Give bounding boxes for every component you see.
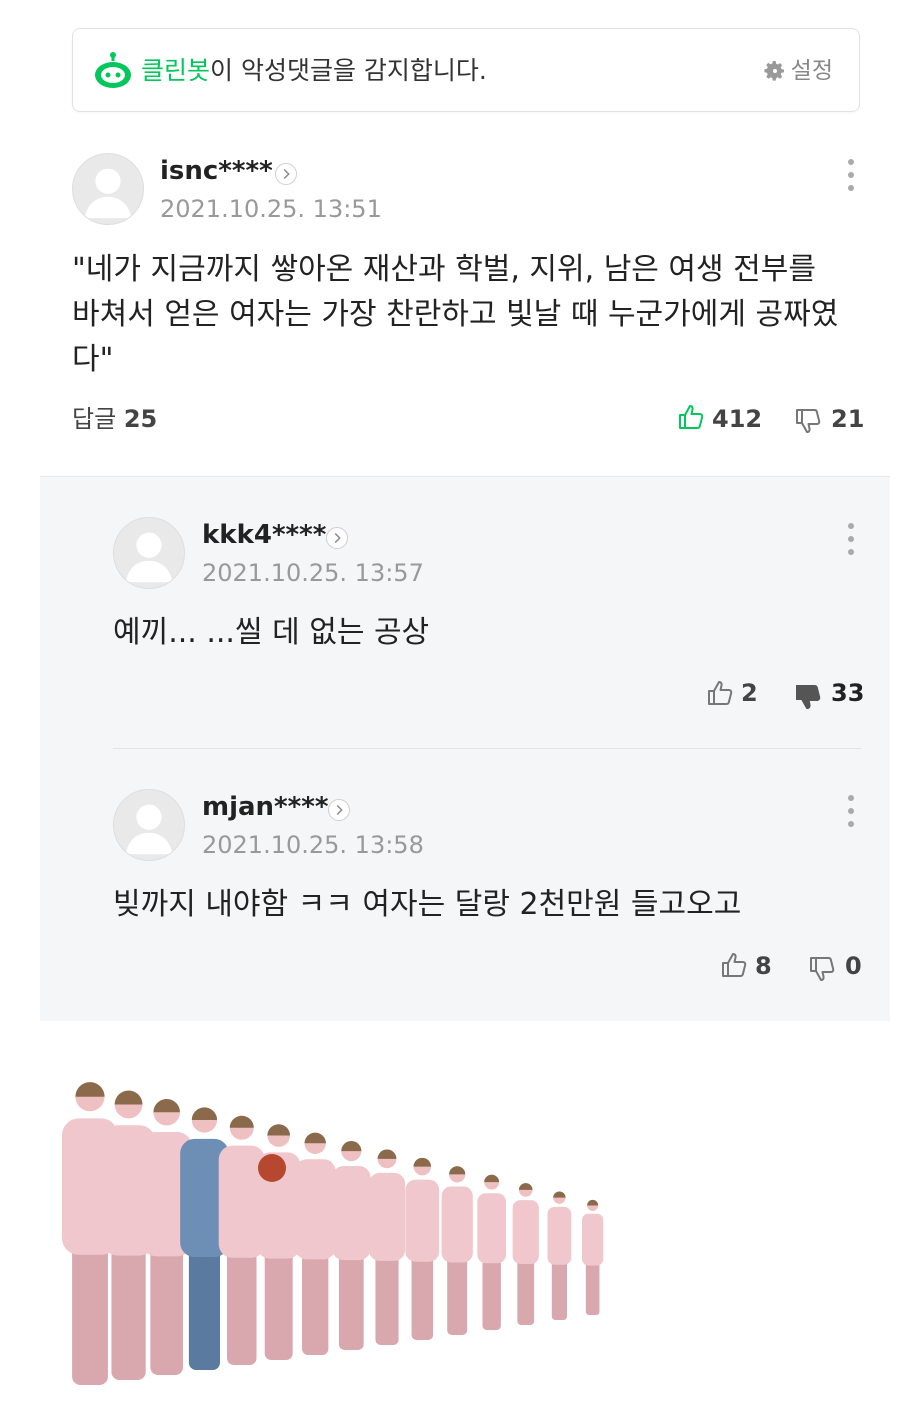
queue-figure: [547, 1191, 572, 1320]
more-vertical-icon[interactable]: [846, 793, 856, 829]
thumbs-up-icon[interactable]: [706, 679, 734, 707]
gear-icon: [763, 59, 787, 83]
reply-username[interactable]: mjan****: [202, 791, 328, 823]
replies-count: 25: [123, 405, 158, 433]
cleanbot-banner: 클린봇이 악성댓글을 감지합니다. 설정: [72, 28, 860, 112]
cleanbot-text: 이 악성댓글을 감지합니다.: [210, 56, 487, 85]
queue-figure: [477, 1174, 507, 1330]
dislike-count: 21: [831, 405, 865, 433]
avatar-icon[interactable]: [72, 153, 144, 225]
like-count: 8: [755, 952, 772, 980]
like-count: 412: [712, 405, 763, 433]
queue-figure: [441, 1166, 473, 1335]
dislike-count: 0: [845, 952, 862, 980]
queue-figure: [332, 1141, 371, 1350]
reply-text: 예끼... ...씰 데 없는 공상: [113, 615, 430, 650]
reply-date: 2021.10.25. 13:57: [202, 559, 424, 587]
queue-figure: [582, 1199, 604, 1315]
comment-date: 2021.10.25. 13:51: [160, 195, 382, 223]
queue-figure: [368, 1149, 406, 1345]
reply-text: 빚까지 내야함 ㅋㅋ 여자는 달랑 2천만원 들고오고: [113, 887, 742, 922]
queue-figure: [405, 1157, 440, 1340]
comment-text: "네가 지금까지 쌓아온 재산과 학벌, 지위, 남은 여생 전부를 바쳐서 얻…: [72, 252, 839, 377]
comment-username[interactable]: isnc****: [160, 155, 273, 187]
reply-date: 2021.10.25. 13:58: [202, 831, 424, 859]
chevron-right-icon[interactable]: [275, 163, 297, 185]
chevron-right-icon[interactable]: [328, 799, 350, 821]
cleanbot-brand[interactable]: 클린봇: [141, 56, 210, 85]
settings-button[interactable]: 설정: [763, 55, 833, 87]
settings-label: 설정: [790, 58, 833, 84]
queue-illustration: [40, 1040, 670, 1400]
queue-figure: [512, 1183, 539, 1325]
cleanbot-message: 클린봇이 악성댓글을 감지합니다.: [141, 54, 487, 88]
queue-figure: [294, 1132, 336, 1355]
more-vertical-icon[interactable]: [846, 521, 856, 557]
flower-bouquet: [258, 1154, 286, 1182]
reply-username[interactable]: kkk4****: [202, 519, 326, 551]
more-vertical-icon[interactable]: [846, 157, 856, 193]
replies-button[interactable]: 답글 25: [72, 404, 157, 434]
replies-label: 답글: [72, 405, 117, 433]
thumbs-down-icon[interactable]: [794, 407, 822, 435]
cleanbot-icon: [93, 51, 133, 91]
like-count: 2: [741, 679, 758, 707]
thumbs-up-icon[interactable]: [720, 951, 748, 979]
reply-divider: [113, 748, 861, 749]
avatar-icon[interactable]: [113, 789, 185, 861]
thumbs-down-icon[interactable]: [794, 683, 822, 711]
thumbs-down-icon[interactable]: [808, 955, 836, 983]
avatar-icon[interactable]: [113, 517, 185, 589]
chevron-right-icon[interactable]: [326, 527, 348, 549]
dislike-count: 33: [831, 679, 865, 707]
thumbs-up-icon[interactable]: [677, 403, 705, 431]
queue-illustration-svg: [62, 1082, 604, 1385]
